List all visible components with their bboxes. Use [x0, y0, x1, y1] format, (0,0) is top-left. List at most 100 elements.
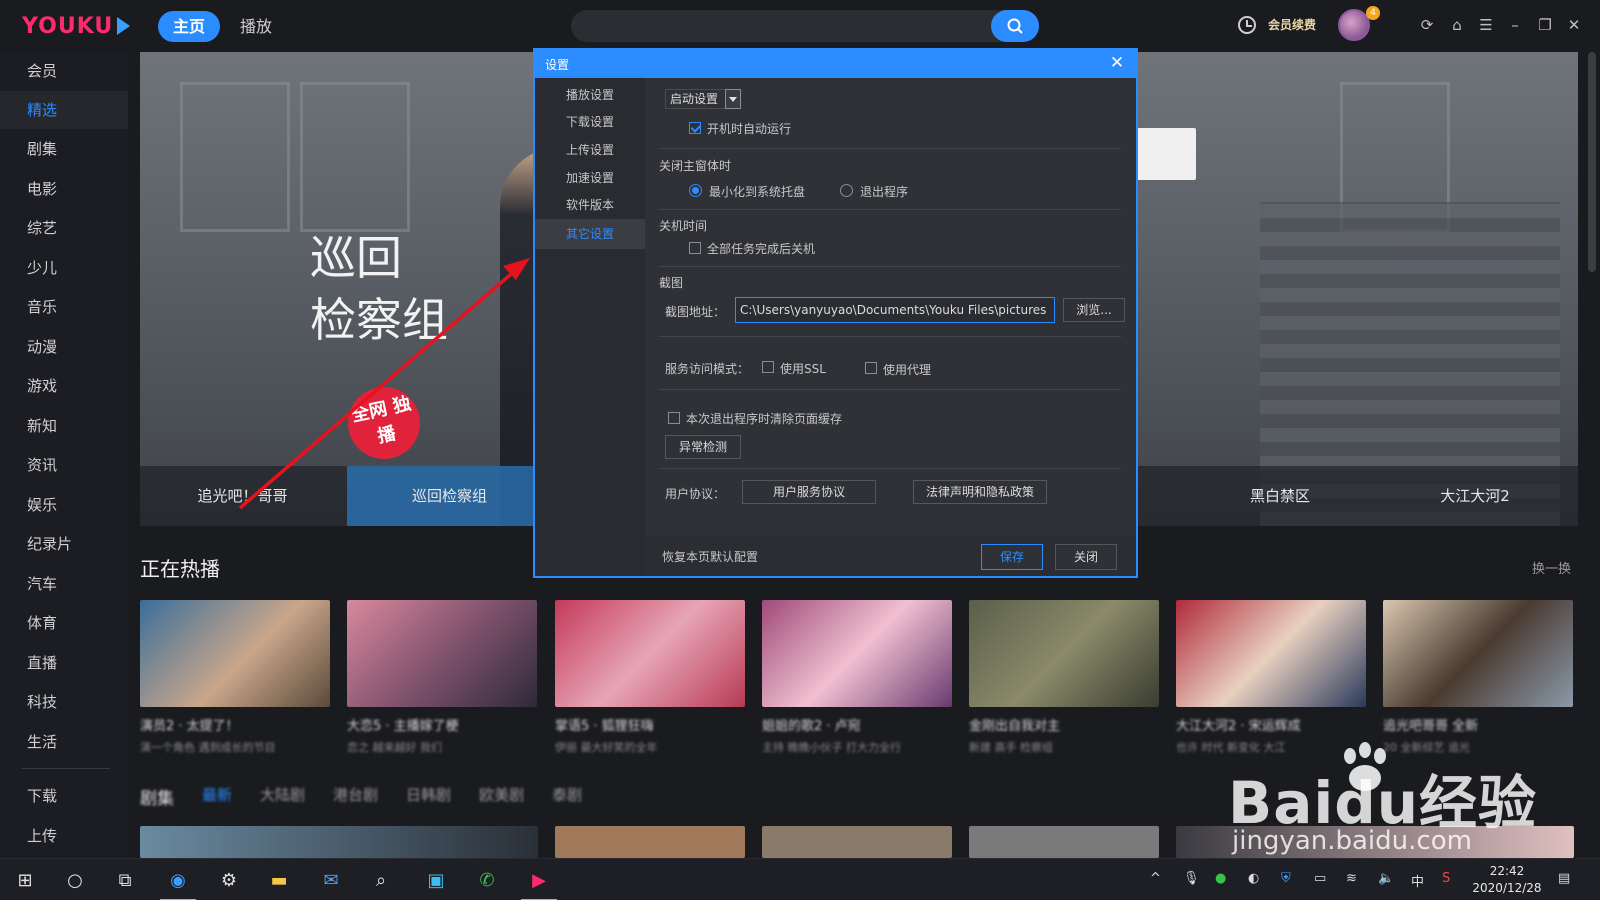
banner-thumb[interactable]: 巡回检察组	[347, 466, 552, 526]
use-proxy-label[interactable]: 使用代理	[883, 361, 931, 378]
sidebar-item-life[interactable]: 生活	[0, 723, 128, 761]
wechat-tray-icon[interactable]: ●	[1215, 871, 1226, 886]
screenshot-path-input[interactable]: C:\Users\yanyuyao\Documents\Youku Files\…	[735, 297, 1055, 323]
sidebar-item-sports[interactable]: 体育	[0, 604, 128, 642]
battery-icon[interactable]: ▭	[1314, 871, 1326, 886]
history-icon[interactable]	[1238, 16, 1256, 34]
clear-cache-label[interactable]: 本次退出程序时清除页面缓存	[686, 410, 842, 427]
startup-settings-select[interactable]: 启动设置	[665, 89, 741, 109]
youku-taskbar-icon[interactable]: ▶	[524, 865, 554, 895]
sidebar-item-news[interactable]: 资讯	[0, 446, 128, 484]
video-card[interactable]: 大恋5 · 主播嫁了梗 恋之 越来越好 我们	[347, 600, 537, 755]
autorun-label[interactable]: 开机时自动运行	[707, 120, 791, 137]
anomaly-check-button[interactable]: 异常检测	[665, 435, 741, 459]
sidebar-item-upload[interactable]: 上传	[0, 817, 128, 855]
search-circle-icon[interactable]: ○	[60, 865, 90, 895]
page-scrollbar[interactable]	[1588, 52, 1596, 272]
video-card[interactable]: 金刚出自我对主 新建 高手 检察组	[969, 600, 1159, 755]
video-thumbnail[interactable]	[969, 826, 1159, 858]
refresh-link[interactable]: 换一换	[1532, 558, 1571, 577]
tab-hk-tw[interactable]: 港台剧	[333, 784, 378, 808]
use-proxy-checkbox[interactable]	[865, 362, 877, 374]
sidebar-item-anime[interactable]: 动漫	[0, 328, 128, 366]
sidebar-item-documentary[interactable]: 纪录片	[0, 525, 128, 563]
sidebar-item-games[interactable]: 游戏	[0, 367, 128, 405]
banner-thumb[interactable]: 大江大河2	[1380, 466, 1570, 526]
sidebar-item-music[interactable]: 音乐	[0, 288, 128, 326]
banner-thumb[interactable]: 追光吧！哥哥	[140, 466, 345, 526]
sidebar-item-kids[interactable]: 少儿	[0, 249, 128, 287]
dialog-title-bar[interactable]: 设置 ✕	[535, 50, 1136, 78]
skin-icon[interactable]: ⌂	[1448, 16, 1466, 34]
video-thumbnail[interactable]	[555, 826, 745, 858]
search-app-icon[interactable]: ⌕	[366, 865, 396, 895]
video-thumbnail[interactable]	[762, 826, 952, 858]
restore-defaults-link[interactable]: 恢复本页默认配置	[662, 548, 758, 565]
tab-mainland[interactable]: 大陆剧	[260, 784, 305, 808]
settings-nav-version[interactable]: 软件版本	[535, 192, 645, 218]
task-view-icon[interactable]: ⧉	[110, 865, 140, 895]
exit-program-radio[interactable]	[840, 184, 853, 197]
legal-privacy-button[interactable]: 法律声明和隐私政策	[913, 480, 1047, 504]
vip-renew-link[interactable]: 会员续费	[1268, 16, 1316, 33]
nav-home-tab[interactable]: 主页	[158, 11, 220, 42]
sidebar-item-variety[interactable]: 综艺	[0, 209, 128, 247]
save-button[interactable]: 保存	[981, 544, 1043, 570]
use-ssl-label[interactable]: 使用SSL	[780, 360, 826, 377]
settings-nav-upload[interactable]: 上传设置	[535, 137, 645, 163]
sidebar-item-tech[interactable]: 科技	[0, 683, 128, 721]
notification-center-icon[interactable]: ▤	[1558, 871, 1570, 886]
video-card[interactable]: 演员2 · 太提了！ 演一个角色 遇到成长的节目	[140, 600, 330, 755]
minimize-icon[interactable]: –	[1506, 16, 1524, 34]
menu-icon[interactable]: ☰	[1477, 16, 1495, 34]
video-card[interactable]: 追光吧哥哥 全新 20 全新综艺 追光	[1383, 600, 1573, 755]
video-card[interactable]: 姐姐的歌2 · 卢宛 主持 晚晚小伙子 打大力全行	[762, 600, 952, 755]
video-card[interactable]: 掌语5 · 狐狸狂嗨 伊丽 最大好笑的全年	[555, 600, 745, 755]
system-clock[interactable]: 22:42 2020/12/28	[1472, 863, 1542, 897]
search-button[interactable]	[991, 10, 1039, 42]
shutdown-after-tasks-checkbox[interactable]	[689, 242, 701, 254]
nav-play-tab[interactable]: 播放	[240, 11, 272, 42]
youku-logo[interactable]: YOUKU	[22, 12, 131, 40]
sidebar-item-featured[interactable]: 精选	[0, 91, 128, 129]
dialog-close-icon[interactable]: ✕	[1106, 52, 1128, 74]
banner-thumb[interactable]: 黑白禁区	[1190, 466, 1370, 526]
exit-program-label[interactable]: 退出程序	[860, 183, 908, 200]
sogou-ime-icon[interactable]: S	[1442, 871, 1450, 886]
settings-nav-download[interactable]: 下载设置	[535, 109, 645, 135]
sidebar-item-knowledge[interactable]: 新知	[0, 407, 128, 445]
close-icon[interactable]: ✕	[1565, 16, 1583, 34]
chevron-down-icon[interactable]	[725, 89, 741, 109]
shutdown-after-tasks-label[interactable]: 全部任务完成后关机	[707, 240, 815, 257]
ime-indicator[interactable]: 中	[1411, 871, 1424, 890]
file-explorer-icon[interactable]: ▬	[264, 865, 294, 895]
qq-icon[interactable]: ◐	[1248, 871, 1259, 886]
tab-latest[interactable]: 最新	[202, 784, 232, 808]
settings-nav-playback[interactable]: 播放设置	[535, 82, 645, 108]
sidebar-item-vip[interactable]: 会员	[0, 52, 128, 90]
sidebar-item-auto[interactable]: 汽车	[0, 565, 128, 603]
video-thumbnail[interactable]	[140, 826, 538, 858]
settings-gear-icon[interactable]: ⚙	[214, 865, 244, 895]
tab-thai[interactable]: 泰剧	[552, 784, 582, 808]
settings-nav-other[interactable]: 其它设置	[535, 219, 645, 249]
autorun-checkbox[interactable]	[689, 122, 701, 134]
app-icon[interactable]: ▣	[421, 865, 451, 895]
refresh-icon[interactable]: ⟳	[1418, 16, 1436, 34]
close-button[interactable]: 关闭	[1055, 544, 1117, 570]
minimize-to-tray-radio[interactable]	[689, 184, 702, 197]
search-input[interactable]	[571, 10, 1039, 42]
use-ssl-checkbox[interactable]	[762, 361, 774, 373]
user-service-agreement-button[interactable]: 用户服务协议	[742, 480, 876, 504]
settings-nav-acceleration[interactable]: 加速设置	[535, 165, 645, 191]
wifi-icon[interactable]: ≋	[1346, 871, 1357, 886]
volume-icon[interactable]: 🔈	[1378, 871, 1394, 886]
minimize-to-tray-label[interactable]: 最小化到系统托盘	[709, 183, 805, 200]
shield-icon[interactable]: ⛨	[1281, 871, 1291, 886]
browse-button[interactable]: 浏览...	[1063, 298, 1125, 322]
mail-icon[interactable]: ✉	[316, 865, 346, 895]
sidebar-item-download[interactable]: 下载	[0, 777, 128, 815]
video-card[interactable]: 大江大河2 · 宋运辉成 也许 时代 新变化 大江	[1176, 600, 1366, 755]
clear-cache-checkbox[interactable]	[668, 412, 680, 424]
microphone-icon[interactable]: 🎙	[1183, 871, 1200, 886]
